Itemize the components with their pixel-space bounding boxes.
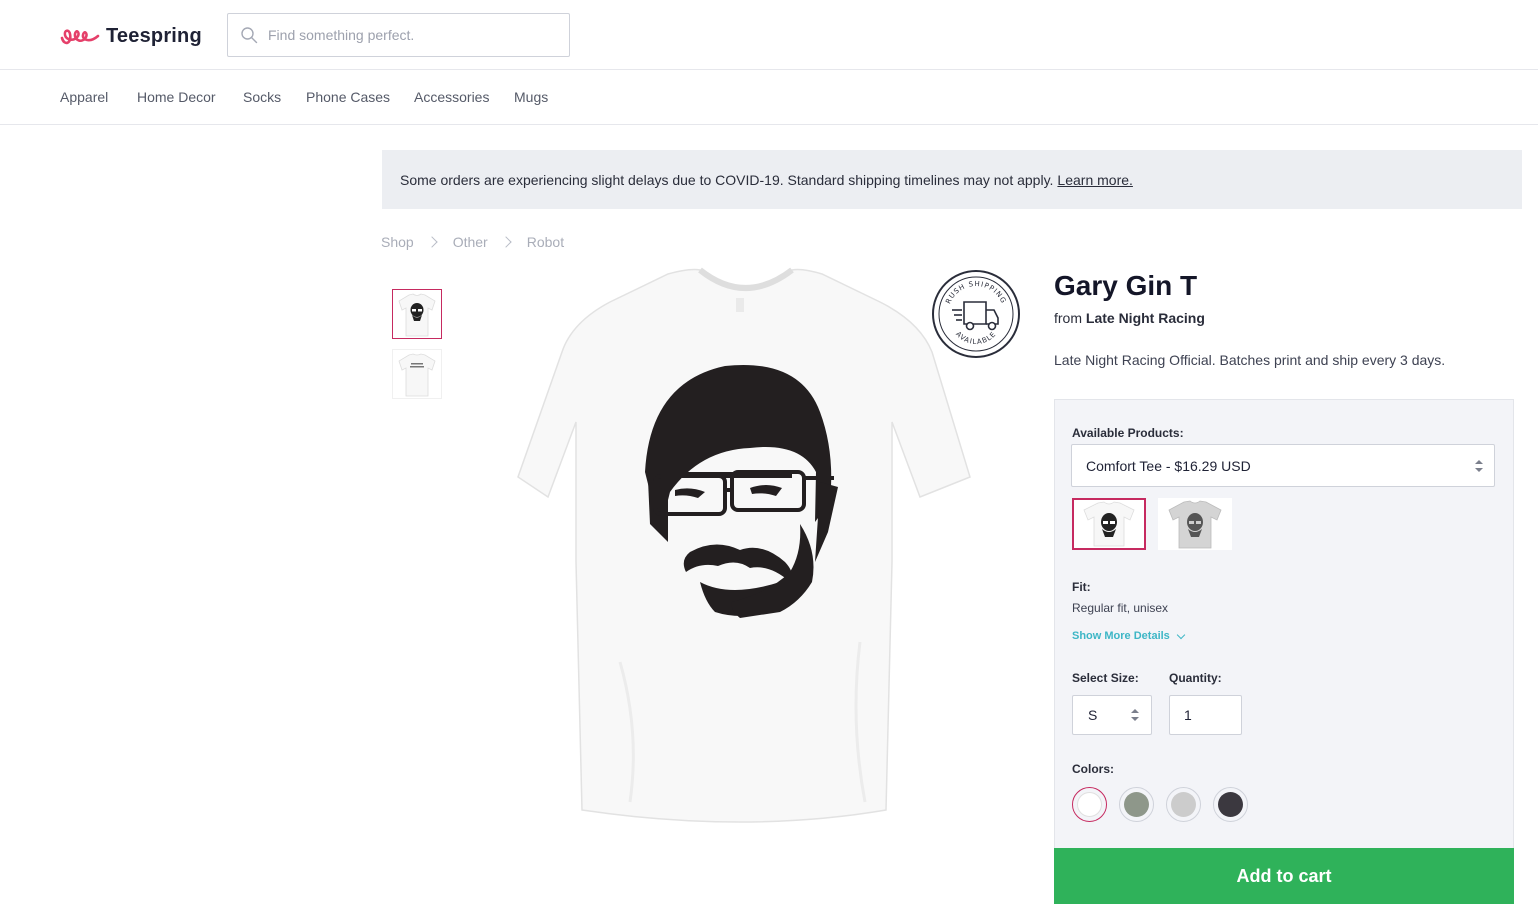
category-link-accessories[interactable]: Accessories [414,89,489,105]
teespring-logo[interactable]: Teespring [60,22,202,50]
category-link-mugs[interactable]: Mugs [514,89,548,105]
color-swatch-white-fill [1077,792,1102,817]
product-select-value: Comfort Tee - $16.29 USD [1086,457,1251,474]
product-description: Late Night Racing Official. Batches prin… [1054,352,1446,368]
teespring-logo-icon [60,29,100,45]
color-swatch-charcoal-fill [1218,792,1243,817]
color-swatch-charcoal[interactable] [1213,787,1248,822]
product-image [517,267,971,823]
category-nav: Apparel Home Decor Socks Phone Cases Acc… [0,70,1538,125]
style-option-white[interactable] [1072,498,1146,550]
search-icon [241,27,258,44]
add-to-cart-button[interactable]: Add to cart [1054,848,1514,904]
breadcrumb-shop[interactable]: Shop [381,234,414,250]
size-select[interactable]: S [1072,695,1152,735]
color-swatch-light-gray-fill [1171,792,1196,817]
select-arrows-icon [1131,709,1139,721]
category-link-phone-cases[interactable]: Phone Cases [306,89,390,105]
category-link-home-decor[interactable]: Home Decor [137,89,216,105]
rush-shipping-badge: RUSH SHIPPING AVAILABLE [932,270,1020,358]
color-swatch-light-gray[interactable] [1166,787,1201,822]
breadcrumb: Shop Other Robot [381,232,564,252]
tshirt-back-thumb-image [398,353,436,397]
breadcrumb-other[interactable]: Other [453,234,488,250]
chevron-right-icon [500,236,512,248]
style-option-gray[interactable] [1158,498,1232,550]
thumbnail-back[interactable] [392,349,442,399]
category-link-socks[interactable]: Socks [243,89,281,105]
tshirt-front-thumb-image [398,293,436,337]
product-select[interactable]: Comfort Tee - $16.29 USD [1071,444,1495,487]
notice-text: Some orders are experiencing slight dela… [400,171,1054,188]
covid-notice-banner: Some orders are experiencing slight dela… [382,150,1522,209]
category-link-apparel[interactable]: Apparel [60,89,108,105]
brand-name: Teespring [106,24,202,47]
quantity-input[interactable]: 1 [1169,695,1242,735]
available-products-label: Available Products: [1072,426,1184,440]
search-box[interactable] [227,13,570,57]
select-size-label: Select Size: [1072,671,1139,685]
thumbnail-front[interactable] [392,289,442,339]
colors-label: Colors: [1072,762,1114,776]
color-swatch-sage-fill [1124,792,1149,817]
fit-label: Fit: [1072,580,1091,594]
style-option-white-image [1083,501,1135,547]
size-select-value: S [1088,707,1098,723]
chevron-right-icon [426,236,438,248]
quantity-label: Quantity: [1169,671,1222,685]
select-arrows-icon [1475,460,1483,472]
color-swatch-sage[interactable] [1119,787,1154,822]
search-input[interactable] [268,14,558,56]
product-title: Gary Gin T [1054,270,1198,301]
top-header: Teespring [0,0,1538,70]
show-more-details-link[interactable]: Show More Details [1072,630,1186,642]
color-swatch-white[interactable] [1072,787,1107,822]
style-option-gray-image [1168,500,1222,549]
seller-link[interactable]: Late Night Racing [1086,310,1205,326]
learn-more-link[interactable]: Learn more. [1057,172,1132,188]
from-label: from [1054,310,1082,326]
chevron-down-icon [1176,630,1186,639]
seller-line: from Late Night Racing [1054,310,1205,326]
fit-value: Regular fit, unisex [1072,601,1169,615]
show-more-details-label: Show More Details [1072,630,1170,642]
breadcrumb-robot[interactable]: Robot [527,234,564,250]
